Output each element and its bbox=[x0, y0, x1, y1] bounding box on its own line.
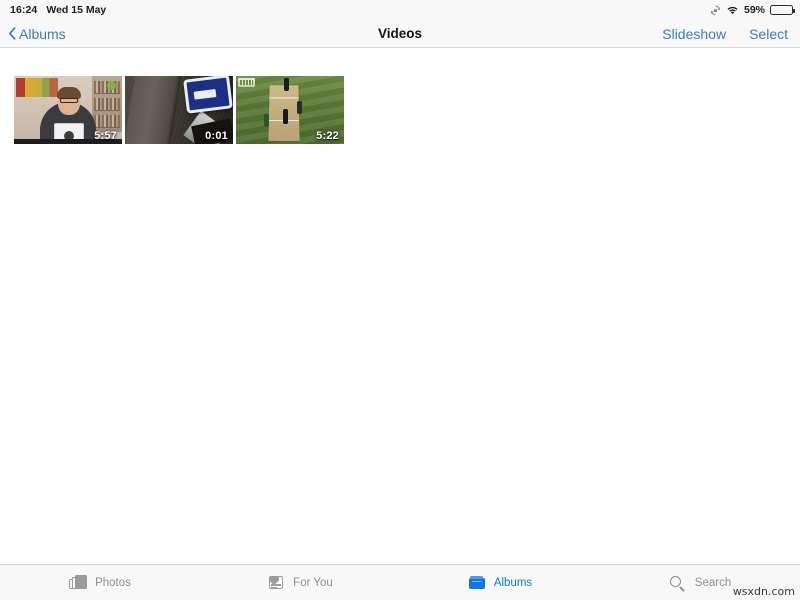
tab-albums[interactable]: Albums bbox=[400, 575, 600, 591]
navigation-actions: Slideshow Select bbox=[662, 26, 788, 42]
status-bar: 16:24 Wed 15 May 59% bbox=[0, 0, 800, 20]
video-thumbnail-grid: 5:57 0:01 5:22 bbox=[14, 76, 344, 144]
slideshow-button[interactable]: Slideshow bbox=[662, 26, 726, 42]
tab-photos-label: Photos bbox=[95, 576, 131, 589]
rotation-lock-icon bbox=[710, 5, 721, 16]
video-thumbnail[interactable]: 0:01 bbox=[125, 76, 233, 144]
photos-icon bbox=[69, 574, 88, 591]
broadcast-logo-icon bbox=[238, 78, 255, 87]
video-duration-label: 5:22 bbox=[316, 130, 339, 142]
status-bar-left: 16:24 Wed 15 May bbox=[10, 4, 106, 16]
tab-for-you-label: For You bbox=[293, 576, 333, 589]
back-button-label: Albums bbox=[19, 25, 66, 42]
video-duration-label: 5:57 bbox=[94, 130, 117, 142]
tab-bar: Photos For You Albums Search bbox=[0, 564, 800, 600]
watermark: wsxdn.com bbox=[732, 585, 795, 598]
chevron-left-icon bbox=[8, 26, 17, 41]
back-to-albums-button[interactable]: Albums bbox=[8, 26, 66, 42]
video-thumbnail[interactable]: 5:57 bbox=[14, 76, 122, 144]
video-duration-label: 0:01 bbox=[205, 130, 228, 142]
search-icon bbox=[669, 575, 687, 592]
video-thumbnail[interactable]: 5:22 bbox=[236, 76, 344, 144]
photos-app-screen: 16:24 Wed 15 May 59% Albums Videos Slide… bbox=[0, 0, 800, 600]
tab-albums-label: Albums bbox=[493, 576, 533, 589]
battery-percent-label: 59% bbox=[743, 4, 765, 16]
for-you-icon bbox=[267, 575, 285, 591]
navigation-bar: Albums Videos Slideshow Select bbox=[0, 20, 800, 48]
tab-for-you[interactable]: For You bbox=[200, 575, 400, 591]
status-date: Wed 15 May bbox=[46, 4, 107, 16]
battery-icon bbox=[770, 4, 795, 16]
tab-photos[interactable]: Photos bbox=[0, 574, 200, 591]
wifi-icon bbox=[726, 5, 739, 16]
select-button[interactable]: Select bbox=[749, 26, 788, 42]
status-time: 16:24 bbox=[10, 4, 38, 16]
tab-search-label: Search bbox=[694, 576, 732, 589]
albums-icon bbox=[468, 575, 486, 591]
status-bar-right: 59% bbox=[710, 4, 795, 16]
